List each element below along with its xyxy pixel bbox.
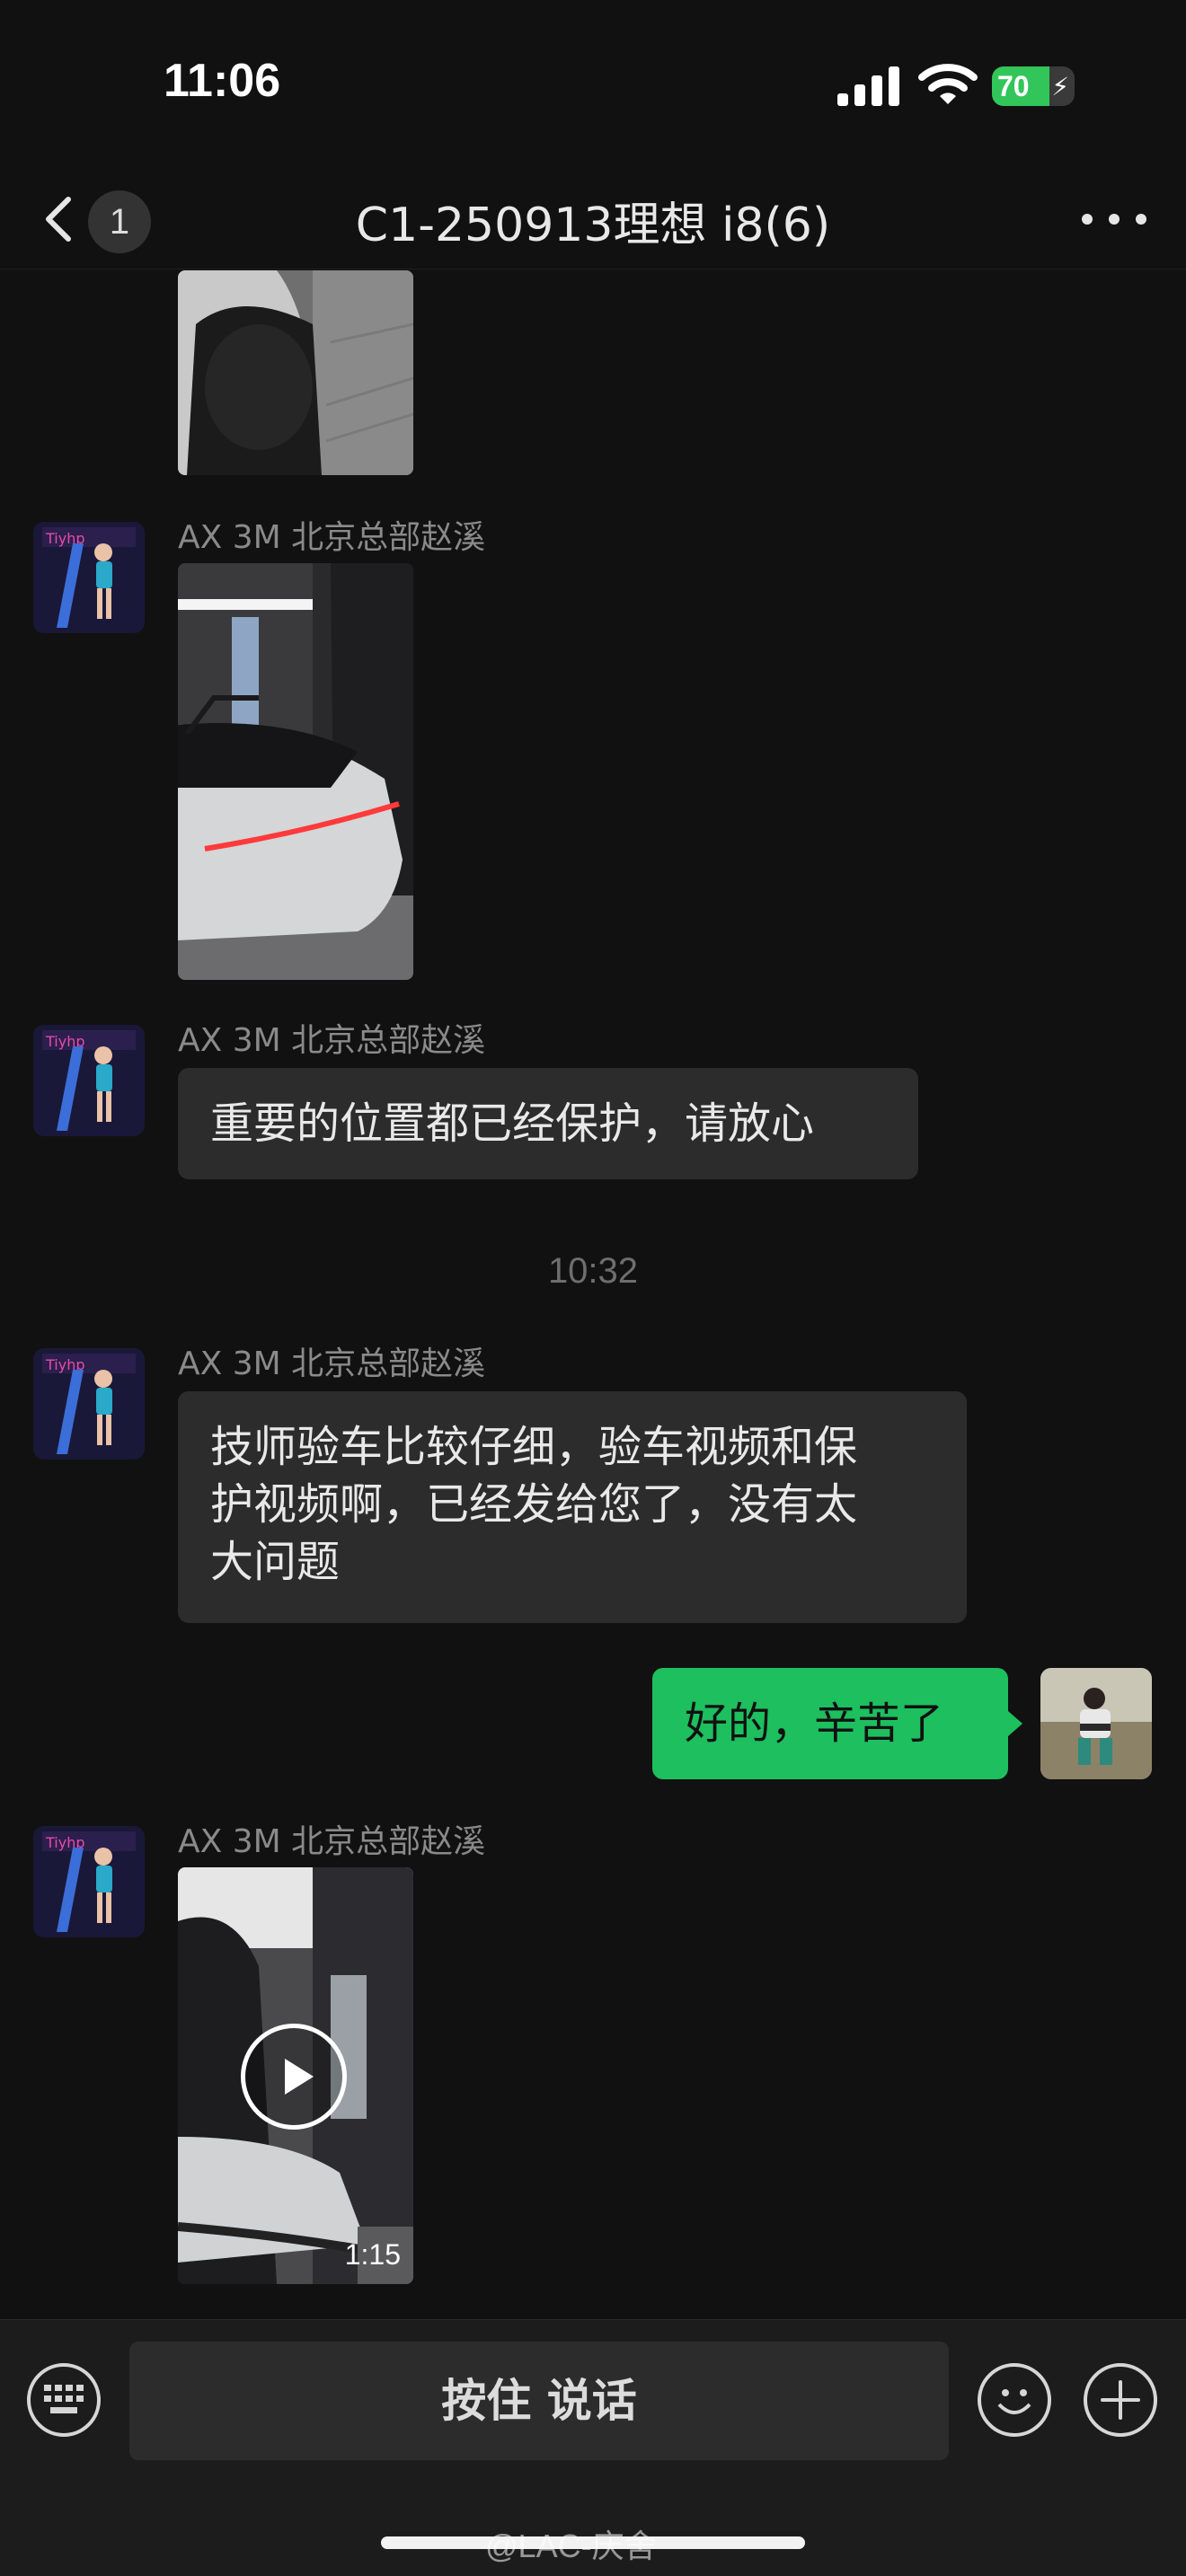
message-line: 大问题 xyxy=(210,1537,341,1587)
back-button[interactable]: 1 xyxy=(36,180,153,260)
chat-title: C1-250913理想 i8(6) xyxy=(355,198,831,252)
status-bar: 11:06 70 ⚡ xyxy=(0,0,1186,171)
plus-button[interactable] xyxy=(1084,2363,1157,2437)
image-message[interactable] xyxy=(178,563,413,980)
car-wheel-photo xyxy=(178,270,413,475)
message-line: 技师验车比较仔细，验车视频和保 xyxy=(210,1422,858,1472)
watermark: @LAC-庆舍 xyxy=(485,2527,657,2564)
chat-header: C1-250913理想 i8(6) 1 xyxy=(0,171,1186,269)
avatar-image: Tiyhp xyxy=(33,522,145,633)
text-message[interactable]: 技师验车比较仔细，验车视频和保 护视频啊，已经发给您了，没有太 大问题 xyxy=(178,1391,967,1623)
more-dots-icon xyxy=(1082,214,1093,225)
sender-name: AX 3M 北京总部赵溪 xyxy=(178,1345,486,1382)
time-divider: 10:32 xyxy=(547,1251,639,1291)
chevron-left-icon xyxy=(46,197,71,242)
avatar[interactable]: Tiyhp xyxy=(33,1348,145,1460)
message-list[interactable]: Tiyhp AX 3M 北京总部赵溪 Tiyhp AX 3M 北京总部赵溪 重要… xyxy=(0,270,1186,2318)
emoji-button[interactable] xyxy=(978,2363,1051,2437)
my-avatar[interactable] xyxy=(1040,1668,1152,1779)
bubble-tail xyxy=(1008,1711,1022,1736)
keyboard-button[interactable] xyxy=(27,2363,101,2437)
status-time: 11:06 xyxy=(164,55,281,107)
message-text: 好的，辛苦了 xyxy=(685,1698,944,1749)
message-text: 重要的位置都已经保护，请放心 xyxy=(210,1098,815,1149)
avatar[interactable]: Tiyhp xyxy=(33,1826,145,1937)
signal-icon xyxy=(837,65,900,106)
image-message[interactable] xyxy=(178,270,413,475)
battery-level: 70 xyxy=(997,70,1030,102)
battery-indicator: 70 ⚡ xyxy=(992,66,1075,106)
message-line: 护视频啊，已经发给您了，没有太 xyxy=(210,1479,858,1530)
video-message[interactable]: 1:15 xyxy=(178,1867,413,2284)
play-icon xyxy=(285,2059,314,2095)
sender-name: AX 3M 北京总部赵溪 xyxy=(178,519,486,556)
keyboard-icon xyxy=(44,2385,84,2413)
bolt-icon: ⚡ xyxy=(1051,72,1069,101)
more-button[interactable] xyxy=(1078,198,1150,243)
emoji-icon xyxy=(997,2389,1031,2414)
play-button[interactable] xyxy=(241,2024,347,2130)
wifi-icon xyxy=(918,64,978,104)
text-message[interactable]: 重要的位置都已经保护，请放心 xyxy=(178,1068,918,1179)
video-duration: 1:15 xyxy=(344,2238,401,2271)
sender-name: AX 3M 北京总部赵溪 xyxy=(178,1022,486,1059)
plus-icon xyxy=(1101,2380,1140,2420)
avatar[interactable]: Tiyhp xyxy=(33,522,145,633)
avatar[interactable]: Tiyhp xyxy=(33,1025,145,1136)
sender-name: AX 3M 北京总部赵溪 xyxy=(178,1823,486,1860)
car-rear-photo xyxy=(178,563,413,980)
unread-count-badge: 1 xyxy=(88,190,151,253)
my-text-message[interactable]: 好的，辛苦了 xyxy=(652,1668,1008,1779)
hold-to-talk-button[interactable]: 按住 说话 xyxy=(129,2342,949,2460)
